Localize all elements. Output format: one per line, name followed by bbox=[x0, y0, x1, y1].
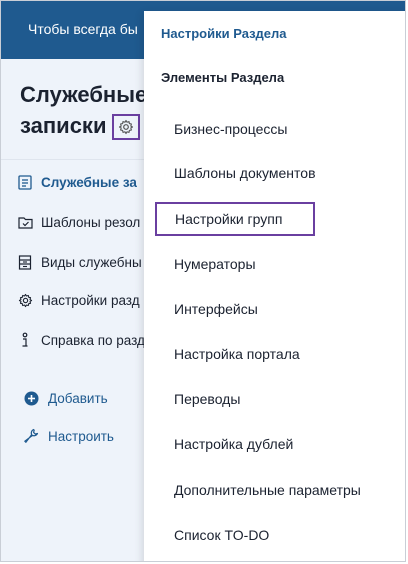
menu-item-group-settings[interactable]: Настройки групп bbox=[155, 202, 315, 236]
sidebar-item-label: Настройки разд bbox=[41, 292, 140, 308]
sidebar-item-label: Шаблоны резол bbox=[41, 214, 141, 230]
sidebar-item-label: Справка по разд bbox=[41, 332, 145, 348]
app-window: Чтобы всегда бы Служебные записки Служеб… bbox=[0, 0, 406, 562]
menu-item-business-processes[interactable]: Бизнес-процессы bbox=[174, 121, 287, 137]
menu-item-duplicate-settings[interactable]: Настройка дублей bbox=[174, 436, 293, 452]
sidebar-item-label: Виды служебны bbox=[41, 254, 142, 270]
top-banner-text: Чтобы всегда бы bbox=[28, 21, 138, 37]
configure-label: Настроить bbox=[48, 428, 114, 444]
gear-icon bbox=[118, 119, 134, 135]
sidebar-item-section-settings[interactable]: Настройки разд bbox=[1, 285, 161, 315]
section-settings-button[interactable] bbox=[112, 114, 140, 140]
folder-check-icon bbox=[17, 214, 33, 230]
sidebar-item-memo-types[interactable]: Виды служебны bbox=[1, 247, 161, 277]
menu-item-additional-parameters[interactable]: Дополнительные параметры bbox=[174, 482, 361, 498]
menu-item-translations[interactable]: Переводы bbox=[174, 391, 240, 407]
add-label: Добавить bbox=[48, 390, 108, 406]
menu-item-numerators[interactable]: Нумераторы bbox=[174, 256, 256, 272]
menu-item-portal-settings[interactable]: Настройка портала bbox=[174, 346, 300, 362]
configure-button[interactable]: Настроить bbox=[1, 423, 161, 449]
wrench-icon bbox=[23, 428, 39, 444]
menu-header[interactable]: Настройки Раздела bbox=[161, 26, 287, 41]
add-button[interactable]: Добавить bbox=[1, 385, 161, 411]
menu-item-document-templates[interactable]: Шаблоны документов bbox=[174, 165, 316, 181]
menu-item-interfaces[interactable]: Интерфейсы bbox=[174, 301, 258, 317]
info-icon bbox=[17, 332, 33, 348]
plus-circle-icon bbox=[23, 390, 39, 406]
section-settings-menu: Настройки Раздела Элементы Раздела Бизне… bbox=[144, 11, 405, 561]
file-stack-icon bbox=[17, 254, 33, 270]
sidebar-item-label: Служебные за bbox=[41, 174, 137, 190]
menu-subheader: Элементы Раздела bbox=[161, 70, 285, 85]
sidebar-item-memos[interactable]: Служебные за bbox=[1, 167, 161, 197]
document-list-icon bbox=[17, 174, 33, 190]
sidebar-item-resolution-templates[interactable]: Шаблоны резол bbox=[1, 207, 161, 237]
sidebar-item-section-help[interactable]: Справка по разд bbox=[1, 325, 161, 355]
sidebar: Служебные записки Служебные за Шаблоны р… bbox=[1, 59, 161, 561]
menu-item-todo-list[interactable]: Список TO-DO bbox=[174, 527, 269, 543]
divider bbox=[1, 159, 161, 160]
gear-icon bbox=[17, 292, 33, 308]
